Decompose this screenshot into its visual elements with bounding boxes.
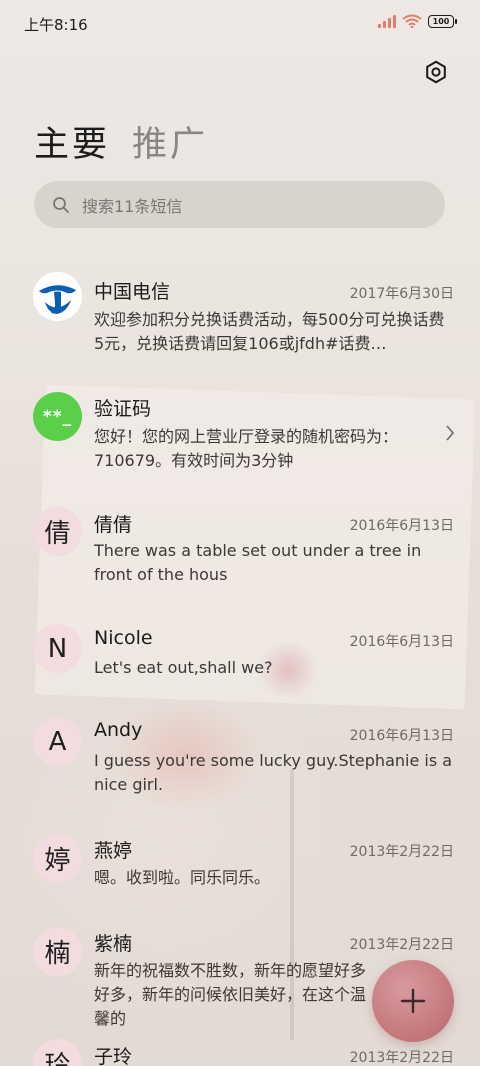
message-preview: Let's eat out,shall we? <box>94 658 273 677</box>
status-time: 上午8:16 <box>24 16 88 34</box>
tab-promotions[interactable]: 推广 <box>132 116 208 167</box>
signal-icon <box>378 14 396 28</box>
message-date: 2016年6月13日 <box>349 518 454 534</box>
message-date: 2013年2月22日 <box>349 844 454 860</box>
avatar: 婷 <box>33 834 82 883</box>
avatar: **_ <box>33 392 82 441</box>
contact-name: Andy <box>94 719 143 741</box>
status-bar: 上午8:16 100 <box>0 0 480 46</box>
contact-name: 中国电信 <box>94 281 171 303</box>
message-preview: There was a table set out under a tree i… <box>94 541 422 584</box>
china-telecom-logo-icon <box>33 272 82 321</box>
message-date: 2016年6月13日 <box>349 728 454 744</box>
tab-bar: 主要 推广 <box>34 116 208 167</box>
status-icons: 100 <box>378 14 457 28</box>
message-date: 2013年2月22日 <box>349 937 454 953</box>
avatar: 楠 <box>33 927 82 976</box>
message-preview: 欢迎参加积分兑换话费活动，每500分可兑换话费5元，兑换话费请回复106或jfd… <box>94 310 445 353</box>
message-preview: I guess you're some lucky guy.Stephanie … <box>94 751 453 794</box>
contact-name: 子玲 <box>94 1046 133 1066</box>
search-placeholder: 搜索11条短信 <box>82 196 183 216</box>
avatar: 玲 <box>33 1039 82 1066</box>
message-date: 2016年6月13日 <box>349 634 454 650</box>
contact-name: 燕婷 <box>94 840 133 862</box>
battery-icon: 100 <box>428 14 457 28</box>
message-date: 2013年2月22日 <box>349 1050 454 1066</box>
message-preview: 新年的祝福数不胜数，新年的愿望好多好多，新年的问候依旧美好，在这个温馨的 <box>94 961 367 1028</box>
message-preview: 您好！您的网上营业厅登录的随机密码为：710679。有效时间为3分钟 <box>94 427 399 470</box>
new-message-button[interactable] <box>372 960 454 1042</box>
wifi-icon <box>402 14 422 28</box>
avatar: A <box>33 717 82 766</box>
contact-name: 倩倩 <box>94 514 133 536</box>
chevron-right-icon <box>446 425 455 441</box>
search-bar[interactable]: 搜索11条短信 <box>34 181 445 228</box>
tab-main[interactable]: 主要 <box>34 116 110 167</box>
plus-icon <box>400 988 426 1014</box>
message-preview: 嗯。收到啦。同乐同乐。 <box>94 868 271 887</box>
settings-button[interactable] <box>422 58 450 86</box>
search-icon <box>53 196 69 213</box>
battery-level: 100 <box>432 16 450 26</box>
message-date: 2017年6月30日 <box>349 286 454 302</box>
avatar <box>33 272 82 321</box>
contact-name: 紫楠 <box>94 933 133 955</box>
avatar: N <box>33 624 82 673</box>
contact-name: Nicole <box>94 627 153 649</box>
gear-icon <box>426 60 446 84</box>
avatar: 倩 <box>33 507 82 556</box>
contact-name: 验证码 <box>94 398 152 420</box>
